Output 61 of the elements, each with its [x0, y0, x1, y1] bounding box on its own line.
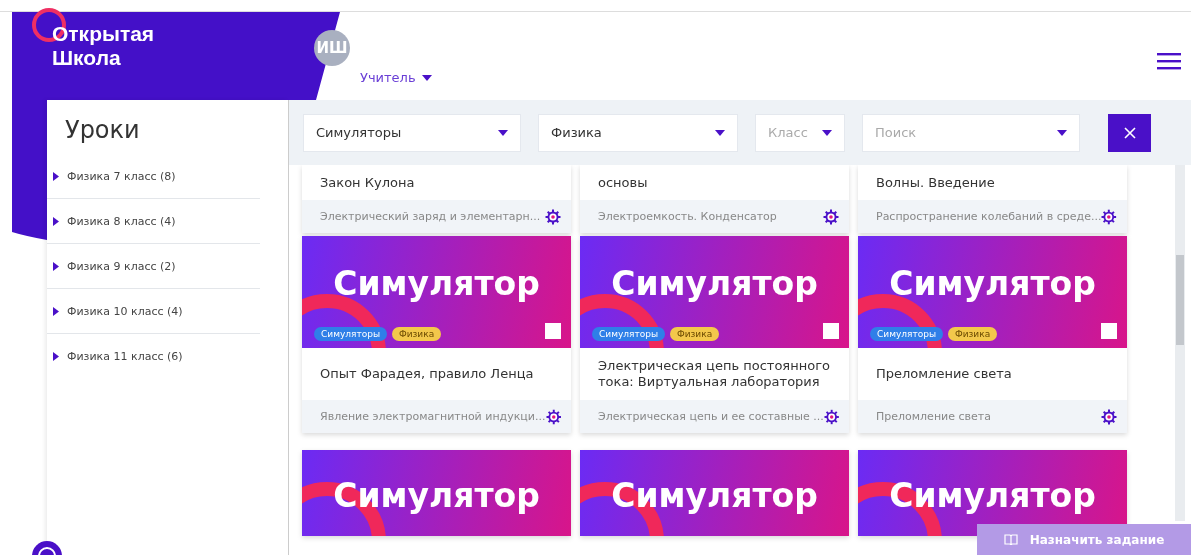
- lesson-card[interactable]: Симулятор: [858, 450, 1127, 536]
- caret-icon: [1057, 129, 1067, 136]
- lesson-card[interactable]: Симулятор: [302, 450, 571, 536]
- checkbox[interactable]: [1101, 323, 1117, 339]
- sidebar-title: Уроки: [64, 115, 141, 146]
- cover-title: Симулятор: [611, 264, 818, 303]
- dropdown[interactable]: Симуляторы: [303, 113, 521, 152]
- cover-title: Симулятор: [333, 264, 540, 303]
- lesson-card[interactable]: Закон Кулона Электрический заряд и элементарн...: [302, 165, 571, 233]
- caret-icon: [421, 74, 432, 81]
- tag: Симуляторы: [870, 327, 943, 341]
- gear-icon[interactable]: [1101, 208, 1117, 225]
- caret-icon: [822, 129, 832, 136]
- gear-icon[interactable]: [823, 408, 839, 425]
- lesson-group[interactable]: Физика 8 класс (4): [47, 199, 260, 244]
- card-title: основы: [597, 173, 649, 192]
- gear-icon[interactable]: [823, 208, 839, 225]
- gear-icon[interactable]: [1101, 408, 1117, 425]
- lesson-card[interactable]: Симулятор: [580, 450, 849, 536]
- scrollbar[interactable]: [1175, 165, 1185, 521]
- book-icon: [1003, 534, 1018, 545]
- cover-title: Симулятор: [889, 264, 1096, 303]
- caret-icon: [715, 129, 725, 136]
- tag: Симуляторы: [592, 327, 665, 341]
- lesson-card[interactable]: Волны. Введение Распространение колебаний в среде...: [858, 165, 1127, 233]
- role-dropdown[interactable]: Учитель: [360, 70, 432, 85]
- card-title: Закон Кулона: [319, 173, 416, 192]
- tag: Физика: [948, 327, 998, 341]
- checkbox[interactable]: [545, 323, 561, 339]
- card-title: Опыт Фарадея, правило Ленца: [319, 365, 535, 383]
- card-topic: Преломление света: [876, 410, 991, 423]
- card-title: Волны. Введение: [875, 173, 996, 192]
- card-topic: Электроемкость. Конденсатор: [598, 210, 777, 223]
- tag: Физика: [392, 327, 442, 341]
- card-topic: Явление электромагнитной индукци...: [320, 410, 546, 423]
- menu-icon[interactable]: [1157, 52, 1181, 70]
- card-title: Преломление света: [875, 365, 1013, 383]
- checkbox[interactable]: [823, 323, 839, 339]
- lesson-card[interactable]: Симулятор Симуляторы Физика Опыт Фарадея, правило Ленца Явление электромагнитной индукци...: [302, 236, 571, 433]
- card-topic: Электрическая цепь и ее составные ...: [598, 410, 824, 423]
- close-button[interactable]: [1108, 113, 1151, 152]
- card-topic: Электрический заряд и элементарн...: [320, 210, 541, 223]
- lesson-group[interactable]: Физика 7 класс (8): [47, 154, 260, 199]
- card-topic: Распространение колебаний в среде...: [876, 210, 1102, 223]
- card-title: Электрическая цепь постоянного тока: Виртуальная лаборатория: [597, 357, 831, 391]
- gear-icon[interactable]: [545, 208, 561, 225]
- tag: Симуляторы: [314, 327, 387, 341]
- lesson-group[interactable]: Физика 10 класс (4): [47, 289, 260, 334]
- lesson-card[interactable]: основы Электроемкость. Конденсатор: [580, 165, 849, 233]
- gear-icon[interactable]: [545, 408, 561, 425]
- caret-icon: [498, 129, 508, 136]
- lesson-group[interactable]: Физика 9 класс (2): [47, 244, 260, 289]
- lesson-group[interactable]: Физика 11 класс (6): [47, 334, 260, 379]
- tag: Физика: [670, 327, 720, 341]
- cover-title: Симулятор: [889, 476, 1096, 515]
- cover-title: Симулятор: [333, 476, 540, 515]
- lesson-card[interactable]: Симулятор Симуляторы Физика Электрическая цепь постоянного тока: Виртуальная лаборатория Электрическая цепь и ее составные ...: [580, 236, 849, 433]
- dropdown[interactable]: Физика: [538, 113, 738, 152]
- close-icon: [1123, 126, 1136, 139]
- cover-title: Симулятор: [611, 476, 818, 515]
- lesson-card[interactable]: Симулятор Симуляторы Физика Преломление света Преломление света: [858, 236, 1127, 433]
